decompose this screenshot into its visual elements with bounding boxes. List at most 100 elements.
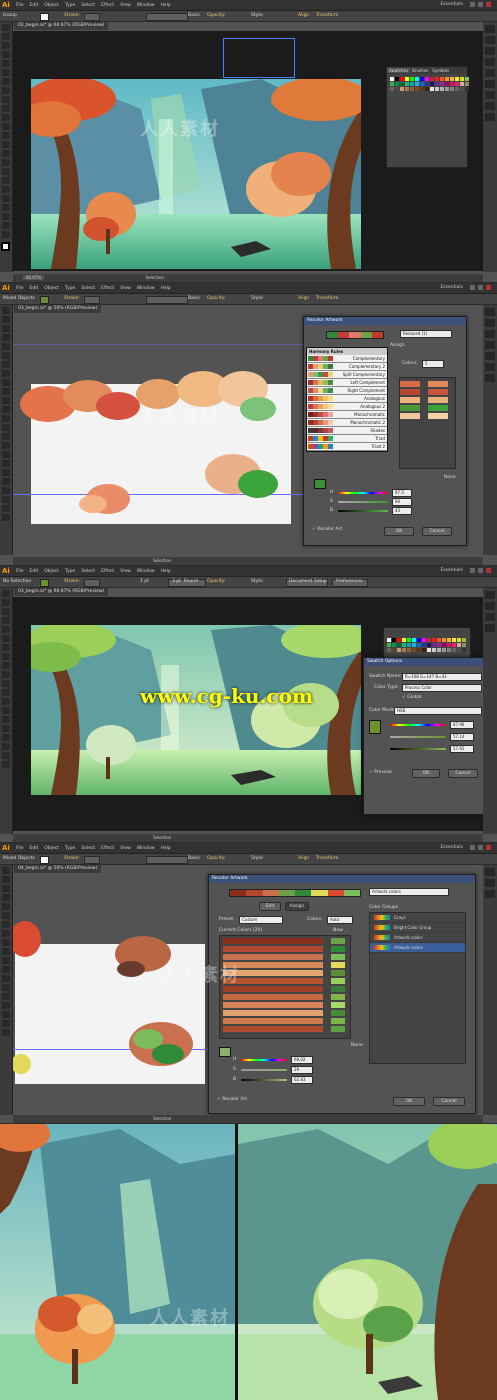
- color-mapping-row[interactable]: [223, 946, 347, 952]
- symbols-panel-icon[interactable]: [485, 341, 495, 349]
- recolor-art-checkbox[interactable]: ✓ Recolor Art: [217, 1097, 247, 1102]
- color-mapping-row[interactable]: [223, 1010, 347, 1016]
- minimize-button[interactable]: [470, 845, 475, 850]
- document-tab[interactable]: 04_begin.ai* @ 50% (RGB/Preview): [14, 865, 102, 873]
- menu-type[interactable]: Type: [65, 846, 75, 851]
- brightness-value[interactable]: 43: [392, 507, 412, 515]
- fill-swatch[interactable]: [40, 296, 49, 304]
- selection-tool-icon[interactable]: [2, 590, 10, 597]
- hue-value[interactable]: 87.96: [450, 721, 474, 729]
- swatch-chip[interactable]: [410, 87, 414, 91]
- swatch-chip[interactable]: [405, 87, 409, 91]
- ok-button[interactable]: OK: [412, 769, 440, 778]
- swatch-chip[interactable]: [442, 648, 446, 652]
- swatch-chip[interactable]: [420, 77, 424, 81]
- color-panel-icon[interactable]: [485, 25, 495, 33]
- menu-window[interactable]: Window: [137, 286, 155, 291]
- swatch-chip[interactable]: [455, 77, 459, 81]
- pen-tool-icon[interactable]: [2, 617, 10, 624]
- color-mapping-row[interactable]: [223, 970, 347, 976]
- color-group-name[interactable]: Reduced (1): [400, 330, 452, 338]
- type-tool-icon[interactable]: [2, 60, 10, 67]
- swatch-chip[interactable]: [445, 82, 449, 86]
- rectangle-tool-icon[interactable]: [2, 78, 10, 85]
- align-label[interactable]: Align: [298, 294, 309, 304]
- transform-label[interactable]: Transform: [316, 294, 338, 304]
- zoom-level[interactable]: 66.67%: [23, 275, 45, 280]
- hand-tool-icon[interactable]: [2, 752, 10, 759]
- swatch-chip[interactable]: [437, 648, 441, 652]
- hand-tool-icon[interactable]: [2, 1020, 10, 1027]
- menu-view[interactable]: View: [120, 569, 131, 574]
- close-button[interactable]: [486, 568, 491, 573]
- menu-file[interactable]: File: [16, 3, 24, 8]
- hue-slider[interactable]: [241, 1059, 287, 1061]
- line-tool-icon[interactable]: [2, 352, 10, 359]
- brush-box[interactable]: [146, 13, 188, 21]
- menu-edit[interactable]: Edit: [30, 569, 39, 574]
- stroke-label[interactable]: Stroke:: [64, 294, 80, 304]
- color-mapping-row[interactable]: [223, 994, 347, 1000]
- menu-help[interactable]: Help: [161, 569, 171, 574]
- blend-tool-icon[interactable]: [2, 460, 10, 467]
- edit-tab[interactable]: Edit: [259, 902, 281, 911]
- rotate-tool-icon[interactable]: [2, 105, 10, 112]
- harmony-rule-item[interactable]: Split Complementary: [307, 371, 387, 379]
- swatch-chip[interactable]: [410, 77, 414, 81]
- harmony-rule-item[interactable]: Analogous 2: [307, 403, 387, 411]
- rotate-tool-icon[interactable]: [2, 388, 10, 395]
- blend-tool-icon[interactable]: [2, 743, 10, 750]
- menu-effect[interactable]: Effect: [101, 569, 114, 574]
- layers-panel-icon[interactable]: [485, 113, 495, 121]
- swatches-panel-icon[interactable]: [485, 602, 495, 610]
- swatch-chip[interactable]: [387, 648, 391, 652]
- ok-button[interactable]: OK: [393, 1097, 425, 1106]
- menu-object[interactable]: Object: [44, 286, 59, 291]
- workspace-switcher[interactable]: Essentials: [440, 283, 463, 293]
- saturation-value[interactable]: 90: [392, 498, 412, 506]
- pen-tool-icon[interactable]: [2, 334, 10, 341]
- swatch-chip[interactable]: [430, 87, 434, 91]
- maximize-button[interactable]: [478, 285, 483, 290]
- cancel-button[interactable]: Cancel: [448, 769, 478, 778]
- swatch-chip[interactable]: [447, 638, 451, 642]
- paintbrush-tool-icon[interactable]: [2, 370, 10, 377]
- maximize-button[interactable]: [478, 845, 483, 850]
- align-label[interactable]: Align: [298, 854, 309, 864]
- color-mapping-row[interactable]: [223, 954, 347, 960]
- symbol-sprayer-tool-icon[interactable]: [2, 469, 10, 476]
- swatch-chip[interactable]: [460, 77, 464, 81]
- swatch-chip[interactable]: [402, 643, 406, 647]
- swatch-chip[interactable]: [422, 648, 426, 652]
- tab-symbols[interactable]: Symbols: [430, 68, 451, 73]
- close-button[interactable]: [486, 285, 491, 290]
- menu-window[interactable]: Window: [137, 846, 155, 851]
- swatch-chip[interactable]: [445, 77, 449, 81]
- symbol-sprayer-tool-icon[interactable]: [2, 186, 10, 193]
- magic-wand-tool-icon[interactable]: [2, 42, 10, 49]
- menu-type[interactable]: Type: [65, 3, 75, 8]
- brightness-slider[interactable]: [338, 510, 388, 512]
- zoom-tool-icon[interactable]: [2, 231, 10, 238]
- pen-tool-icon[interactable]: [2, 51, 10, 58]
- swatch-chip[interactable]: [390, 82, 394, 86]
- direct-selection-tool-icon[interactable]: [2, 33, 10, 40]
- swatch-chip[interactable]: [415, 87, 419, 91]
- selected-color-swatch[interactable]: [219, 1047, 231, 1057]
- pencil-tool-icon[interactable]: [2, 939, 10, 946]
- fill-swatch[interactable]: [40, 579, 49, 587]
- swatch-chip[interactable]: [430, 82, 434, 86]
- menu-select[interactable]: Select: [81, 569, 95, 574]
- menu-help[interactable]: Help: [161, 286, 171, 291]
- brushes-panel-icon[interactable]: [485, 47, 495, 55]
- artboard-tool-icon[interactable]: [2, 487, 10, 494]
- swatch-chip[interactable]: [415, 77, 419, 81]
- stroke-label[interactable]: Stroke:: [64, 11, 80, 21]
- menu-help[interactable]: Help: [161, 3, 171, 8]
- swatch-chip[interactable]: [435, 82, 439, 86]
- swatch-chip[interactable]: [395, 82, 399, 86]
- swatch-chip[interactable]: [440, 87, 444, 91]
- brushes-panel-icon[interactable]: [485, 330, 495, 338]
- color-panel-icon[interactable]: [485, 591, 495, 599]
- color-group-item[interactable]: Artwork colors: [370, 933, 465, 943]
